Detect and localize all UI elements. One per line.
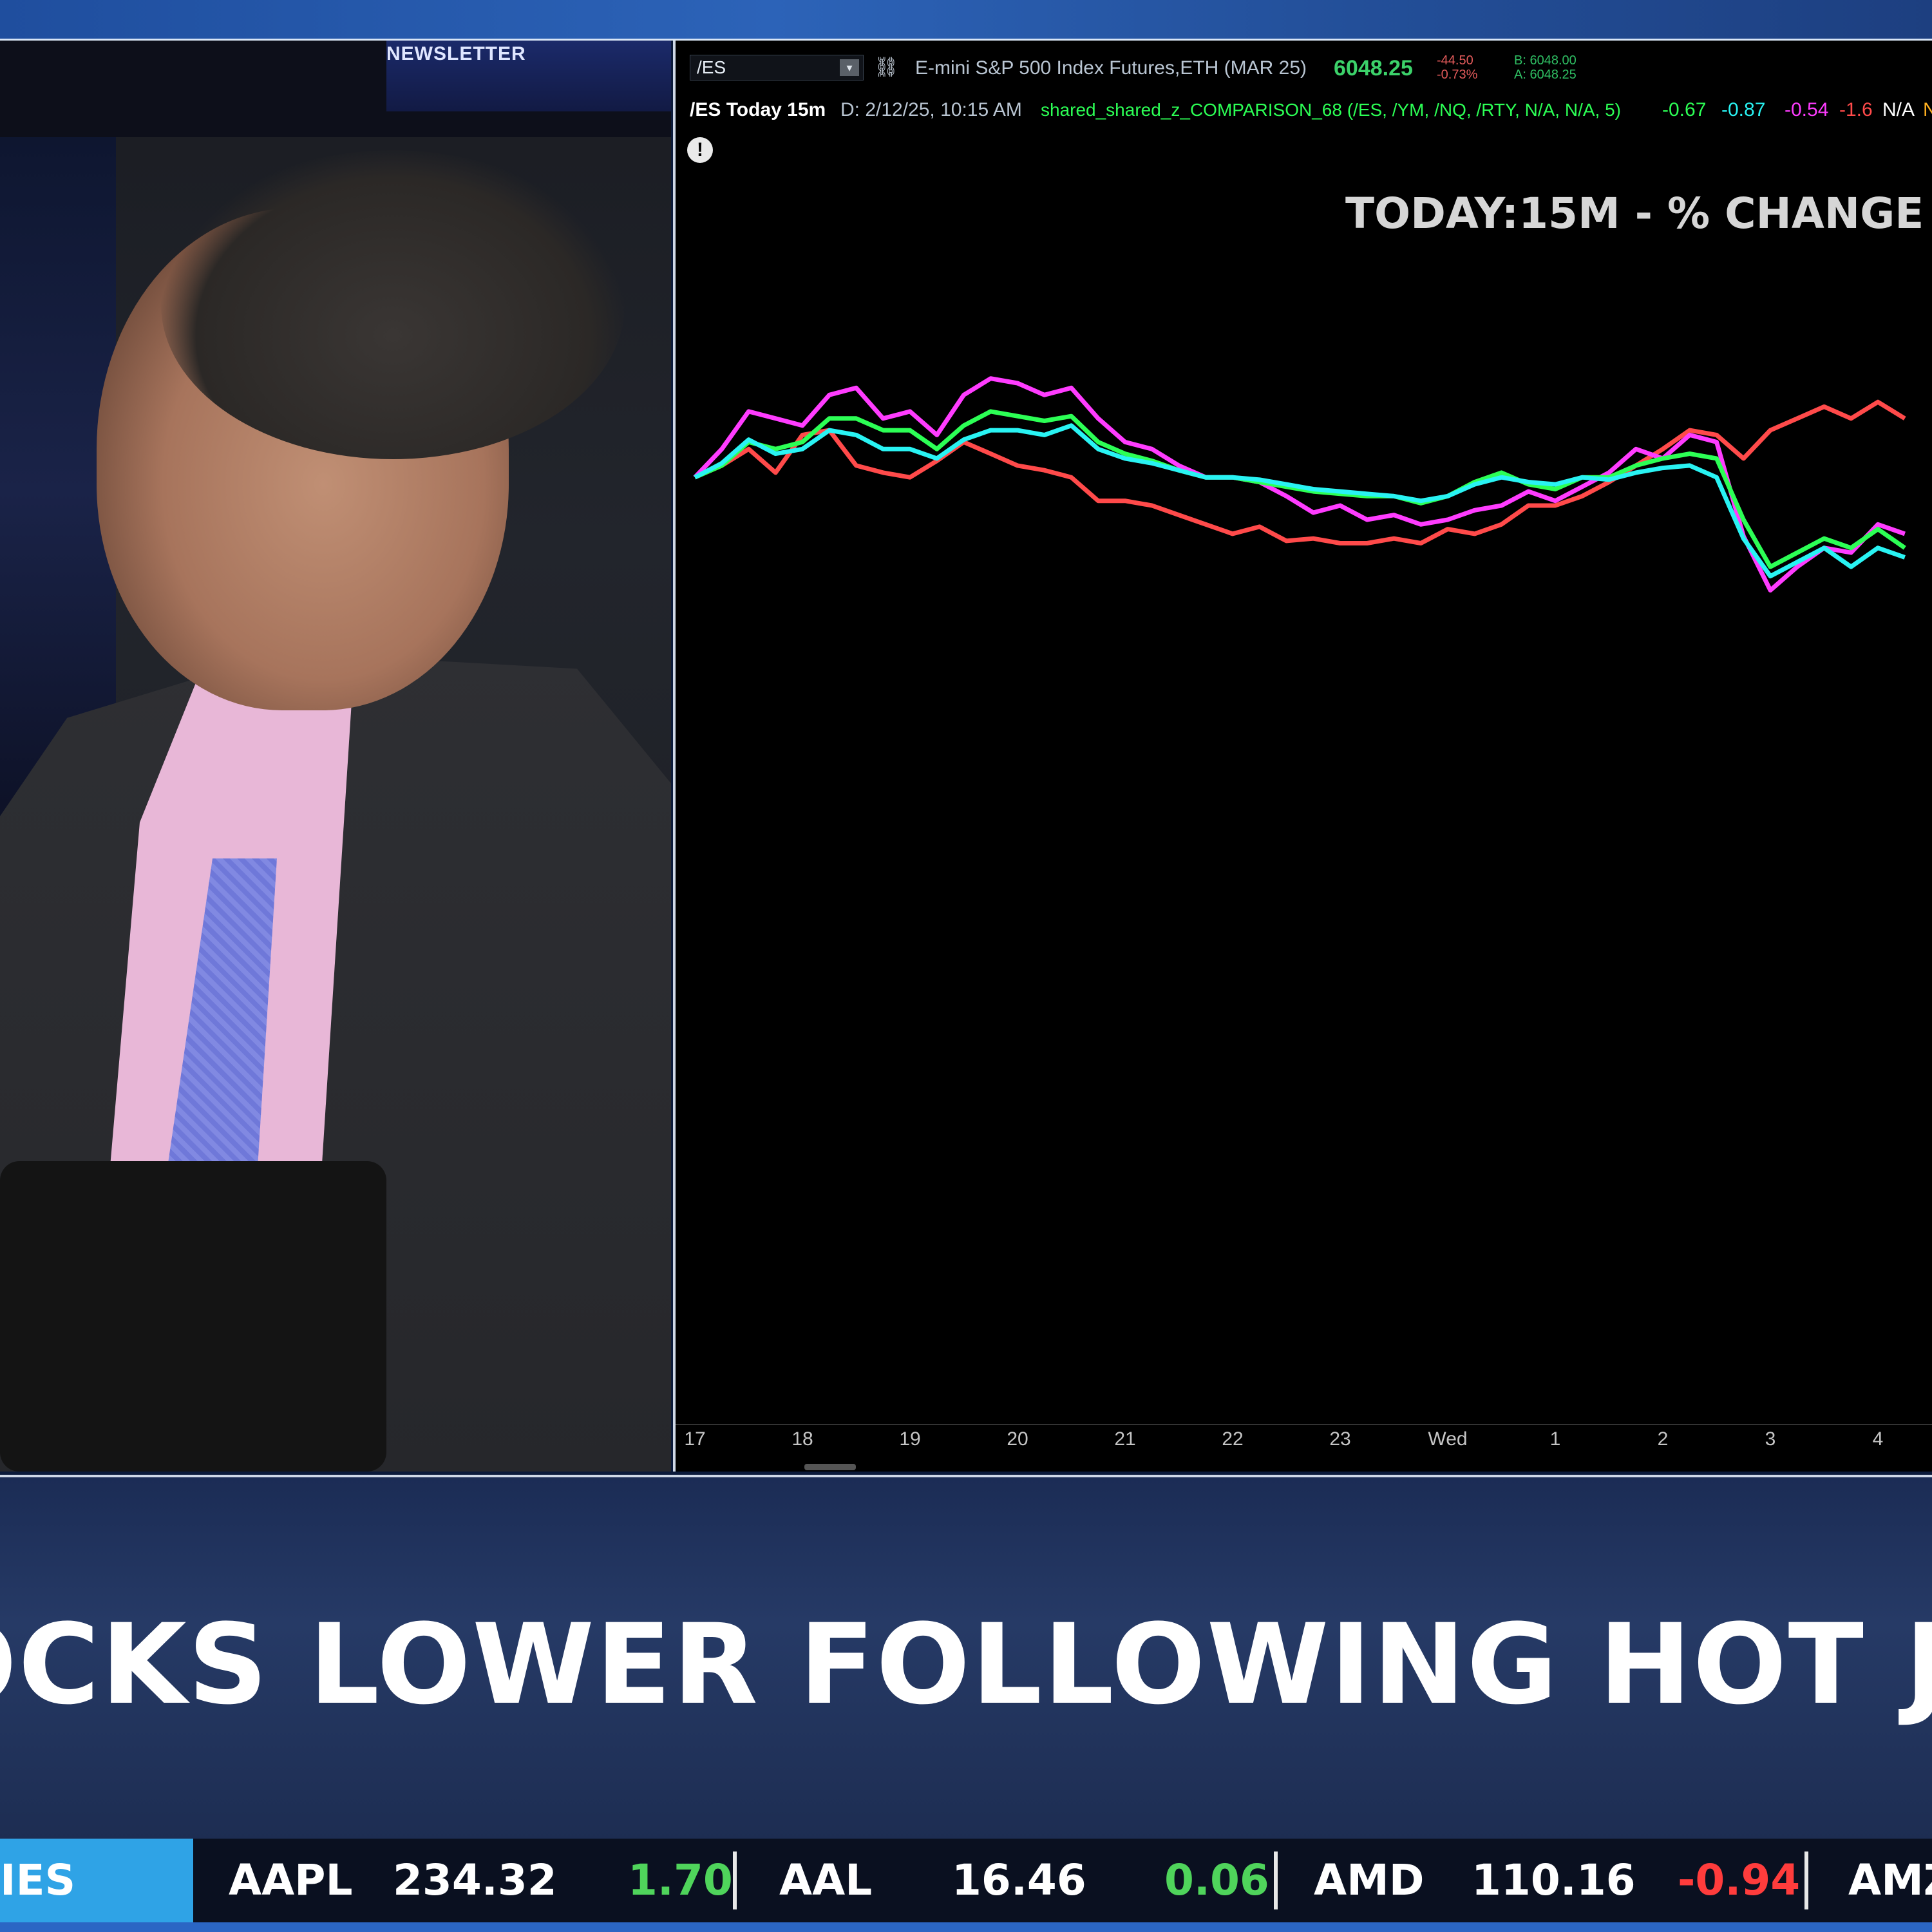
stock-ticker: IES AAPL 234.32 1.70 AAL 16.46 0.06 AMD …: [0, 1839, 1932, 1932]
studio-sign-text: NEWSLETTER: [386, 43, 526, 64]
x-tick-label: 23: [1329, 1428, 1351, 1450]
x-tick-label: 17: [684, 1428, 706, 1450]
x-tick-label: 1: [1549, 1428, 1561, 1450]
comparison-chart-plot[interactable]: [676, 41, 1932, 1472]
series-line: [693, 376, 1906, 593]
x-tick-label: Wed: [1428, 1428, 1468, 1450]
x-tick-label: 4: [1872, 1428, 1884, 1450]
x-tick-label: 18: [791, 1428, 813, 1450]
series-line: [694, 423, 1906, 579]
ticker-change: -0.94: [1678, 1855, 1801, 1905]
ticker-separator: [733, 1852, 737, 1909]
headline: OCKS LOWER FOLLOWING HOT JANUARY C: [0, 1600, 1932, 1729]
lower-third: OCKS LOWER FOLLOWING HOT JANUARY C: [0, 1475, 1932, 1841]
ticker-symbol: AMD: [1314, 1855, 1425, 1905]
anchor-video-feed: NEWSLETTER: [0, 41, 671, 1472]
x-tick-label: 19: [899, 1428, 921, 1450]
ticker-symbol: AAL: [779, 1855, 873, 1905]
x-tick-label: 22: [1222, 1428, 1244, 1450]
chart-window: /ES ▾ ⛓ E-mini S&P 500 Index Futures,ETH…: [673, 41, 1932, 1472]
tablet-device: [0, 1161, 386, 1472]
x-axis: [676, 1424, 1932, 1425]
ticker-symbol: AAPL: [229, 1855, 353, 1905]
ticker-bottom-bar: [0, 1922, 1932, 1932]
ticker-separator: [1804, 1852, 1808, 1909]
x-tick-label: 3: [1765, 1428, 1776, 1450]
x-tick-label: 2: [1657, 1428, 1669, 1450]
ticker-price: 234.32: [393, 1855, 557, 1905]
ticker-change: 1.70: [628, 1855, 733, 1905]
anchor-hair: [161, 150, 625, 459]
ticker-separator: [1274, 1852, 1278, 1909]
ticker-symbol: AMZ: [1848, 1855, 1932, 1905]
x-tick-label: 20: [1007, 1428, 1028, 1450]
ticker-price: 110.16: [1472, 1855, 1636, 1905]
x-tick-label: 21: [1114, 1428, 1136, 1450]
chart-scrollbar[interactable]: [804, 1464, 856, 1470]
ticker-change: 0.06: [1164, 1855, 1269, 1905]
broadcast-top-bar: [0, 0, 1932, 41]
ticker-price: 16.46: [952, 1855, 1086, 1905]
ticker-label: IES: [0, 1839, 193, 1922]
